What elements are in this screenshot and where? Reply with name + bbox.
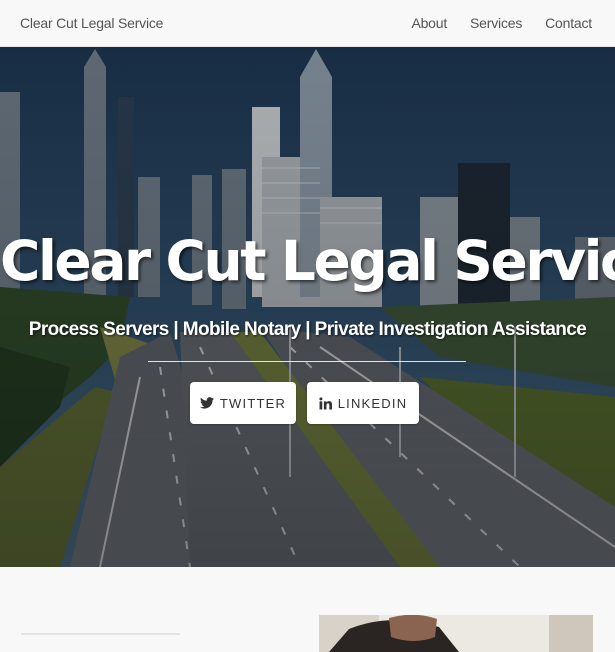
nav-link-contact[interactable]: Contact: [545, 15, 592, 31]
linkedin-button[interactable]: LINKEDIN: [307, 382, 419, 424]
nav-link-about[interactable]: About: [411, 15, 447, 31]
hero-background-image: [0, 47, 615, 567]
profile-photo: [319, 615, 593, 652]
hero-title: Clear Cut Legal Service: [0, 229, 615, 293]
content-section: [0, 567, 615, 652]
twitter-icon: [199, 397, 214, 409]
section-divider: [21, 633, 180, 635]
hero-subtitle: Process Servers | Mobile Notary | Privat…: [28, 319, 587, 340]
nav-links: About Services Contact: [411, 15, 592, 31]
hero-divider: [148, 361, 466, 362]
twitter-button-label: TWITTER: [219, 395, 287, 411]
hero-section: Clear Cut Legal Service Process Servers …: [0, 47, 615, 567]
nav-link-services[interactable]: Services: [470, 15, 522, 31]
navbar: Clear Cut Legal Service About Services C…: [0, 0, 615, 47]
brand-link[interactable]: Clear Cut Legal Service: [20, 15, 163, 31]
linkedin-icon: [319, 396, 332, 409]
linkedin-button-label: LINKEDIN: [337, 395, 408, 411]
twitter-button[interactable]: TWITTER: [190, 382, 296, 424]
